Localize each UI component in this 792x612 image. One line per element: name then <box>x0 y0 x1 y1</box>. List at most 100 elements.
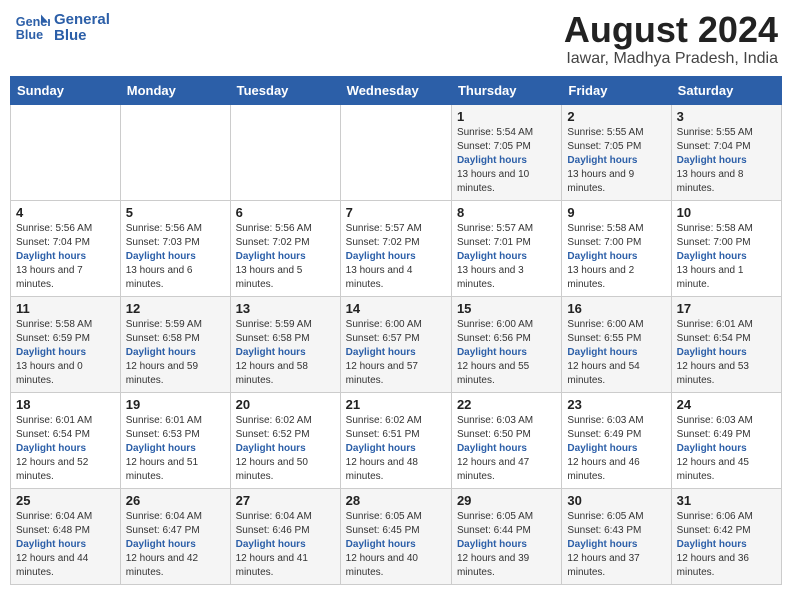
day-number: 1 <box>457 109 556 124</box>
sunrise-label: Sunrise: 5:57 AM <box>457 223 533 234</box>
calendar-cell: 2 Sunrise: 5:55 AMSunset: 7:05 PMDaylight… <box>562 104 671 200</box>
calendar-cell: 5Sunrise: 5:56 AMSunset: 7:03 PMDaylight… <box>120 200 230 296</box>
sunset-label: Sunset: 7:00 PM <box>567 237 641 248</box>
day-info: Sunrise: 6:03 AMSunset: 6:49 PMDaylight … <box>677 414 776 484</box>
day-number: 8 <box>457 205 556 220</box>
sunrise-label: Sunrise: 6:01 AM <box>16 415 92 426</box>
sunset-label: Sunset: 7:02 PM <box>236 237 310 248</box>
title-block: August 2024 Iawar, Madhya Pradesh, India <box>564 10 778 68</box>
week-row-3: 11 Sunrise: 5:58 AM Sunset: 6:59 PM Dayligh… <box>11 296 782 392</box>
day-info: Sunrise: 5:59 AMSunset: 6:58 PMDaylight … <box>126 318 225 388</box>
daylight-label: Daylight hours <box>236 347 306 358</box>
day-info: Sunrise: 6:01 AMSunset: 6:53 PMDaylight … <box>126 414 225 484</box>
header-day-tuesday: Tuesday <box>230 76 340 104</box>
sunrise-label: Sunrise: 6:05 AM <box>457 511 533 522</box>
daylight-label: Daylight hours <box>457 443 527 454</box>
sunrise-label: Sunrise: 6:05 AM <box>346 511 422 522</box>
sunset-label: Sunset: 6:52 PM <box>236 429 310 440</box>
day-info: Sunrise: 5:59 AMSunset: 6:58 PMDaylight … <box>236 318 335 388</box>
calendar-cell: 20Sunrise: 6:02 AMSunset: 6:52 PMDayligh… <box>230 392 340 488</box>
sunset-label: Sunset: 7:03 PM <box>126 237 200 248</box>
calendar-cell: 8Sunrise: 5:57 AMSunset: 7:01 PMDaylight… <box>451 200 561 296</box>
daylight-label: Daylight hours <box>346 443 416 454</box>
daylight-label: Daylight hours <box>346 539 416 550</box>
sunset-label: Sunset: 6:47 PM <box>126 525 200 536</box>
week-row-1: 1 Sunrise: 5:54 AMSunset: 7:05 PMDaylight… <box>11 104 782 200</box>
sunset-label: Sunset: 6:51 PM <box>346 429 420 440</box>
day-number: 2 <box>567 109 665 124</box>
daylight-label: Daylight hours <box>126 539 196 550</box>
calendar-cell: 25Sunrise: 6:04 AMSunset: 6:48 PMDayligh… <box>11 488 121 584</box>
daylight-label: Daylight hours <box>567 155 637 166</box>
day-info: Sunrise: 6:03 AM Sunset: 6:50 PM Daylight … <box>457 414 556 484</box>
sunrise-label: Sunrise: 6:05 AM <box>567 511 643 522</box>
day-number: 11 <box>16 301 115 316</box>
sunrise-label: Sunrise: 6:00 AM <box>346 319 422 330</box>
sunset-label: Sunset: 6:55 PM <box>567 333 641 344</box>
daylight-value: 12 hours and 37 minutes. <box>567 553 639 578</box>
calendar-cell: 3Sunrise: 5:55 AMSunset: 7:04 PMDaylight… <box>671 104 781 200</box>
day-info: Sunrise: 6:01 AMSunset: 6:54 PMDaylight … <box>677 318 776 388</box>
daylight-value: 12 hours and 51 minutes. <box>126 457 198 482</box>
logo-line2: Blue <box>54 28 110 45</box>
day-number: 7 <box>346 205 446 220</box>
page-header: General Blue General Blue August 2024 Ia… <box>10 10 782 68</box>
daylight-label: Daylight hours <box>677 155 747 166</box>
day-info: Sunrise: 5:56 AMSunset: 7:03 PMDaylight … <box>126 222 225 292</box>
sunset-label: Sunset: 6:43 PM <box>567 525 641 536</box>
calendar-cell: 23Sunrise: 6:03 AMSunset: 6:49 PMDayligh… <box>562 392 671 488</box>
day-number: 23 <box>567 397 665 412</box>
daylight-value: 12 hours and 58 minutes. <box>236 361 308 386</box>
calendar-cell: 24Sunrise: 6:03 AMSunset: 6:49 PMDayligh… <box>671 392 781 488</box>
day-info: Sunrise: 5:54 AMSunset: 7:05 PMDaylight … <box>457 126 556 196</box>
daylight-value: 12 hours and 57 minutes. <box>346 361 418 386</box>
sunrise-label: Sunrise: 6:04 AM <box>236 511 312 522</box>
sunrise-label: Sunrise: 6:02 AM <box>346 415 422 426</box>
header-day-thursday: Thursday <box>451 76 561 104</box>
sunset-label: Sunset: 6:42 PM <box>677 525 751 536</box>
day-info: Sunrise: 5:57 AMSunset: 7:02 PMDaylight … <box>346 222 446 292</box>
day-info: Sunrise: 6:04 AMSunset: 6:46 PMDaylight … <box>236 510 335 580</box>
day-info: Sunrise: 5:55 AMSunset: 7:05 PMDaylight … <box>567 126 665 196</box>
daylight-label: Daylight hours <box>16 539 86 550</box>
day-info: Sunrise: 5:58 AMSunset: 6:59 PMDaylight … <box>16 318 115 388</box>
sunset-label: Sunset: 6:57 PM <box>346 333 420 344</box>
sunrise-label: Sunrise: 6:03 AM <box>457 415 533 426</box>
sunset-label: Sunset: 6:59 PM <box>16 333 90 344</box>
day-number: 27 <box>236 493 335 508</box>
header-row: SundayMondayTuesdayWednesdayThursdayFrid… <box>11 76 782 104</box>
sunset-label: Sunset: 6:50 PM <box>457 429 531 440</box>
daylight-value: 12 hours and 54 minutes. <box>567 361 639 386</box>
day-number: 10 <box>677 205 776 220</box>
day-number: 19 <box>126 397 225 412</box>
daylight-value: 12 hours and 48 minutes. <box>346 457 418 482</box>
day-info: Sunrise: 6:05 AM Sunset: 6:43 PM Daylight … <box>567 510 665 580</box>
daylight-label: Daylight hours <box>677 347 747 358</box>
day-number: 28 <box>346 493 446 508</box>
day-number: 13 <box>236 301 335 316</box>
daylight-value: 13 hours and 8 minutes. <box>677 169 744 194</box>
calendar-cell: 12Sunrise: 5:59 AMSunset: 6:58 PMDayligh… <box>120 296 230 392</box>
header-day-monday: Monday <box>120 76 230 104</box>
calendar-cell: 30Sunrise: 6:05 AMSunset: 6:43 PMDayligh… <box>562 488 671 584</box>
day-info: Sunrise: 5:58 AMSunset: 7:00 PMDaylight … <box>677 222 776 292</box>
daylight-label: Daylight hours <box>16 251 86 262</box>
daylight-label: Daylight hours <box>457 155 527 166</box>
day-info: Sunrise: 5:56 AMSunset: 7:02 PMDaylight … <box>236 222 335 292</box>
day-number: 22 <box>457 397 556 412</box>
calendar-cell: 18Sunrise: 6:01 AMSunset: 6:54 PMDayligh… <box>11 392 121 488</box>
daylight-value: 12 hours and 55 minutes. <box>457 361 529 386</box>
daylight-label: Daylight hours <box>567 347 637 358</box>
daylight-label: Daylight hours <box>567 539 637 550</box>
header-day-saturday: Saturday <box>671 76 781 104</box>
sunset-label: Sunset: 6:54 PM <box>16 429 90 440</box>
day-number: 20 <box>236 397 335 412</box>
sunrise-label: Sunrise: 5:58 AM <box>16 319 92 330</box>
calendar-cell: 16Sunrise: 6:00 AMSunset: 6:55 PMDayligh… <box>562 296 671 392</box>
day-number: 25 <box>16 493 115 508</box>
sunset-label: Sunset: 7:04 PM <box>16 237 90 248</box>
calendar-cell: 27 Sunrise: 6:04 AMSunset: 6:46 PMDayligh… <box>230 488 340 584</box>
daylight-label: Daylight hours <box>236 539 306 550</box>
sunrise-label: Sunrise: 6:03 AM <box>677 415 753 426</box>
calendar-cell: 15Sunrise: 6:00 AMSunset: 6:56 PMDayligh… <box>451 296 561 392</box>
